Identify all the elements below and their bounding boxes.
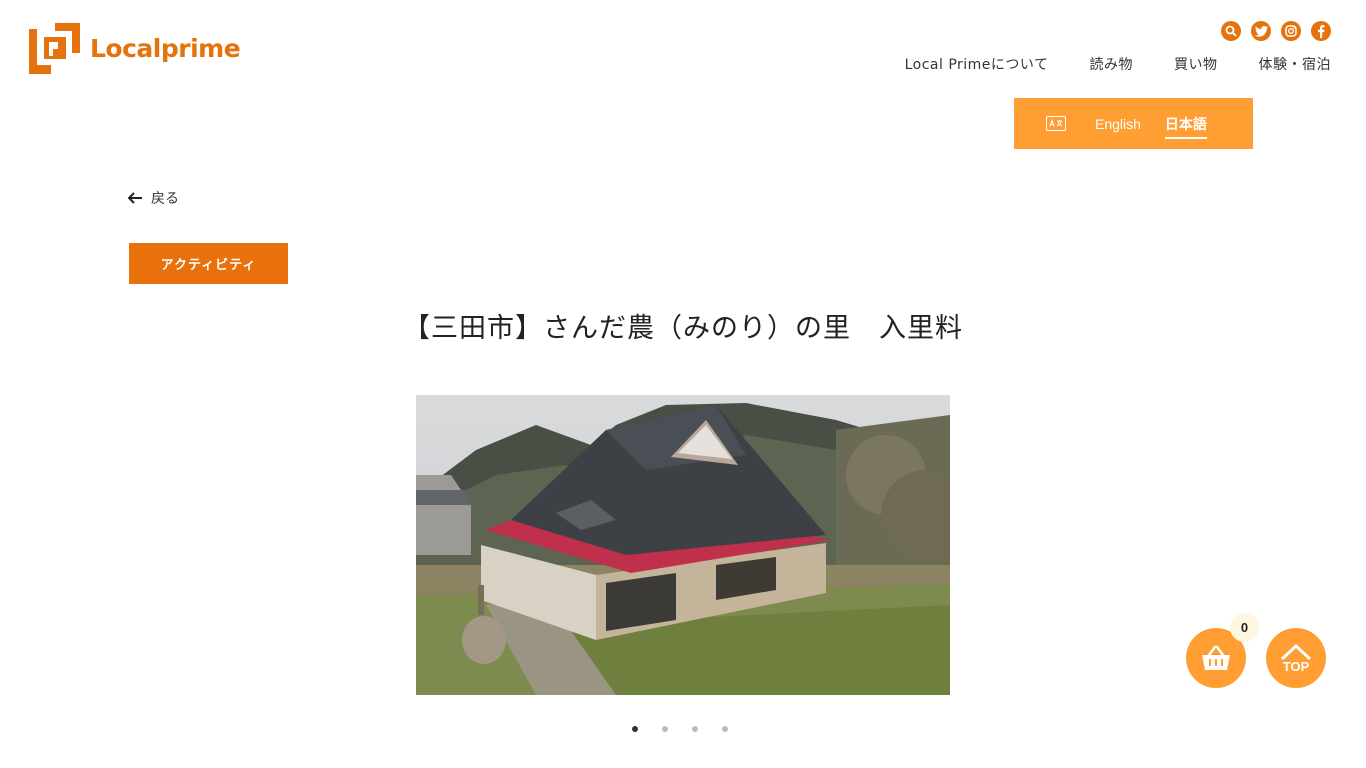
carousel-dot-3[interactable]: [692, 726, 698, 732]
back-to-top-button[interactable]: TOP: [1266, 628, 1326, 688]
carousel-dots: [632, 726, 728, 732]
basket-icon: [1202, 645, 1230, 670]
category-tag[interactable]: アクティビティ: [129, 243, 288, 284]
arrow-left-icon: [128, 192, 142, 204]
carousel-dot-4[interactable]: [722, 726, 728, 732]
carousel-dot-1[interactable]: [632, 726, 638, 732]
back-to-top-label: TOP: [1282, 658, 1310, 674]
main-nav: Local Primeについて 読み物 買い物 体験・宿泊: [905, 54, 1331, 74]
search-icon[interactable]: [1221, 21, 1241, 41]
nav-item-experience-stay[interactable]: 体験・宿泊: [1259, 54, 1332, 74]
logo-text: Localprime: [90, 34, 241, 63]
page-title: 【三田市】さんだ農（みのり）の里 入里料: [403, 313, 963, 344]
language-switcher: English 日本語: [1014, 98, 1253, 149]
nav-item-shopping[interactable]: 買い物: [1174, 54, 1218, 74]
logo-mark-icon: [29, 23, 80, 74]
back-link[interactable]: 戻る: [128, 188, 179, 208]
translate-icon: [1046, 116, 1066, 131]
instagram-icon[interactable]: [1281, 21, 1301, 41]
language-option-japanese[interactable]: 日本語: [1164, 114, 1207, 139]
carousel-dot-2[interactable]: [662, 726, 668, 732]
back-label: 戻る: [151, 191, 179, 207]
social-links: [1221, 21, 1331, 41]
nav-item-reading[interactable]: 読み物: [1090, 54, 1134, 74]
site-logo[interactable]: Localprime: [29, 23, 241, 74]
carousel-image[interactable]: [416, 395, 950, 695]
facebook-icon[interactable]: [1311, 21, 1331, 41]
nav-item-about[interactable]: Local Primeについて: [905, 54, 1049, 74]
language-option-english[interactable]: English: [1095, 116, 1141, 132]
twitter-icon[interactable]: [1251, 21, 1271, 41]
cart-count-badge: 0: [1230, 613, 1259, 642]
